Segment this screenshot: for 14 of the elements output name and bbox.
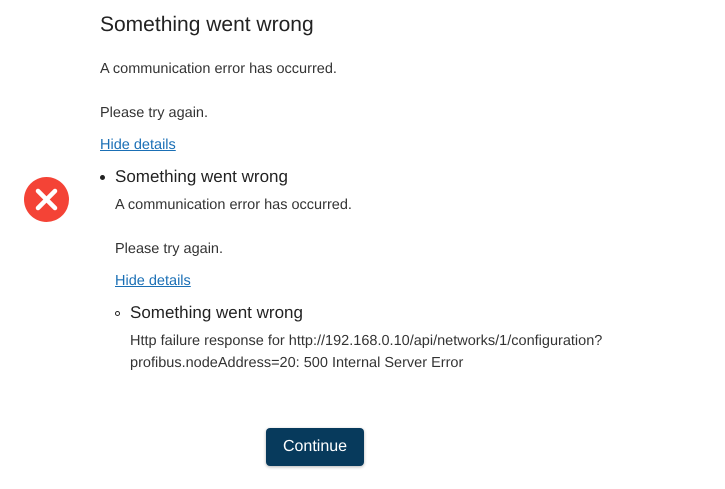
hide-details-link[interactable]: Hide details xyxy=(115,270,191,292)
continue-button[interactable]: Continue xyxy=(266,428,364,466)
error-message: Http failure response for http://192.168.0.10/api/networks/1/configuration? profibus.nodeAddress=20: 500 Internal Server Error xyxy=(130,332,602,373)
bullet-icon xyxy=(100,175,105,180)
error-title: Something went wrong xyxy=(130,302,303,324)
bullet-icon xyxy=(115,311,120,316)
retry-hint: Please try again. xyxy=(115,240,224,259)
error-title: Something went wrong xyxy=(100,12,314,38)
error-icon xyxy=(24,177,69,222)
retry-hint: Please try again. xyxy=(100,104,208,123)
error-message: A communication error has occurred. xyxy=(115,196,352,215)
error-title: Something went wrong xyxy=(115,166,288,188)
hide-details-link[interactable]: Hide details xyxy=(100,134,176,156)
error-message: A communication error has occurred. xyxy=(100,60,337,79)
